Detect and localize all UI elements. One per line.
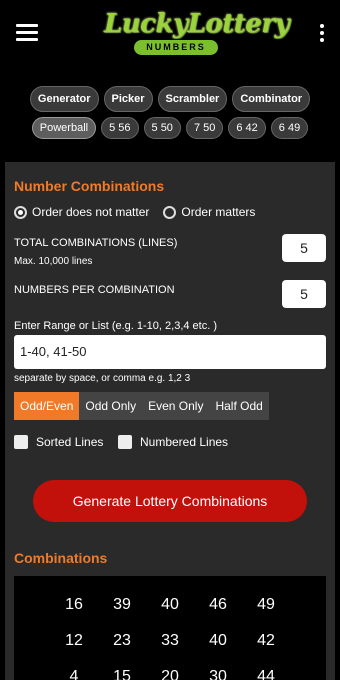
logo-subtitle: NUMBERS bbox=[134, 40, 218, 55]
tab-combinator[interactable]: Combinator bbox=[232, 86, 311, 112]
range-label: Enter Range or List (e.g. 1-10, 2,3,4 et… bbox=[14, 320, 217, 332]
results-title: Combinations bbox=[14, 550, 108, 566]
segment-odd-even[interactable]: Odd/Even bbox=[14, 392, 80, 420]
radio-label-order-matters: Order matters bbox=[181, 205, 256, 219]
radio-order-not-matter[interactable] bbox=[14, 205, 27, 219]
tab-picker[interactable]: Picker bbox=[103, 86, 153, 112]
number-cell: 20 bbox=[161, 668, 179, 680]
app-logo: LuckyLottery NUMBERS bbox=[104, 9, 290, 60]
mode-tabs: Generator Picker Scrambler Combinator bbox=[0, 86, 340, 112]
preset-7-50[interactable]: 7 50 bbox=[185, 117, 224, 139]
number-cell: 46 bbox=[209, 596, 227, 613]
range-input[interactable]: 1-40, 41-50 bbox=[14, 335, 326, 369]
sorted-lines-option[interactable]: Sorted Lines bbox=[14, 435, 103, 449]
number-cell: 12 bbox=[65, 632, 83, 649]
segment-even-only[interactable]: Even Only bbox=[142, 392, 210, 420]
number-cell: 42 bbox=[257, 632, 275, 649]
segment-half-odd[interactable]: Half Odd bbox=[209, 392, 269, 420]
range-hint: separate by space, or comma e.g. 1,2 3 bbox=[14, 373, 191, 384]
results-table: 16 39 40 46 49 12 23 33 40 42 4 15 20 30… bbox=[14, 576, 326, 680]
number-cell: 33 bbox=[161, 632, 179, 649]
order-radio-group: Order does not matter Order matters bbox=[14, 205, 255, 219]
section-title: Number Combinations bbox=[14, 178, 165, 194]
parity-segmented-control: Odd/Even Odd Only Even Only Half Odd bbox=[14, 392, 269, 420]
segment-odd-only[interactable]: Odd Only bbox=[79, 392, 143, 420]
number-cell: 40 bbox=[209, 632, 227, 649]
preset-powerball[interactable]: Powerball bbox=[31, 117, 97, 139]
numbers-per-combination-input[interactable]: 5 bbox=[282, 280, 326, 308]
sorted-lines-label: Sorted Lines bbox=[36, 435, 104, 449]
generate-button[interactable]: Generate Lottery Combinations bbox=[33, 480, 307, 522]
table-row: 12 23 33 40 42 bbox=[14, 632, 326, 650]
number-cell: 30 bbox=[209, 668, 227, 680]
logo-title: LuckyLottery bbox=[104, 9, 290, 39]
numbered-lines-label: Numbered Lines bbox=[140, 435, 229, 449]
tab-generator[interactable]: Generator bbox=[29, 86, 99, 112]
numbered-lines-option[interactable]: Numbered Lines bbox=[118, 435, 228, 449]
preset-6-42[interactable]: 6 42 bbox=[228, 117, 266, 139]
number-cell: 16 bbox=[65, 596, 83, 613]
number-cell: 40 bbox=[161, 596, 179, 613]
number-cell: 15 bbox=[113, 668, 131, 680]
radio-order-matters[interactable] bbox=[163, 205, 177, 219]
overflow-menu-icon[interactable] bbox=[318, 24, 326, 44]
number-cell: 23 bbox=[113, 632, 131, 649]
table-row: 4 15 20 30 44 bbox=[14, 668, 326, 680]
radio-label-order-not-matter: Order does not matter bbox=[32, 205, 150, 219]
game-presets: Powerball 5 56 5 50 7 50 6 42 6 49 bbox=[0, 117, 340, 139]
total-combinations-hint: Max. 10,000 lines bbox=[14, 256, 93, 267]
preset-6-49[interactable]: 6 49 bbox=[270, 117, 309, 139]
numbered-lines-checkbox[interactable] bbox=[118, 435, 132, 449]
sorted-lines-checkbox[interactable] bbox=[14, 435, 28, 449]
total-combinations-label: TOTAL COMBINATIONS (LINES) bbox=[14, 237, 178, 249]
tab-scrambler[interactable]: Scrambler bbox=[157, 86, 228, 112]
table-row: 16 39 40 46 49 bbox=[14, 596, 326, 614]
total-combinations-input[interactable]: 5 bbox=[282, 234, 326, 262]
preset-5-50[interactable]: 5 50 bbox=[143, 117, 181, 139]
numbers-per-combination-label: NUMBERS PER COMBINATION bbox=[14, 284, 175, 296]
preset-5-56[interactable]: 5 56 bbox=[101, 117, 139, 139]
hamburger-menu-icon[interactable] bbox=[16, 24, 38, 42]
number-cell: 44 bbox=[257, 668, 275, 680]
app-bar: LuckyLottery NUMBERS bbox=[0, 0, 340, 70]
number-cell: 49 bbox=[257, 596, 275, 613]
number-cell: 4 bbox=[69, 668, 79, 680]
number-cell: 39 bbox=[113, 596, 131, 613]
